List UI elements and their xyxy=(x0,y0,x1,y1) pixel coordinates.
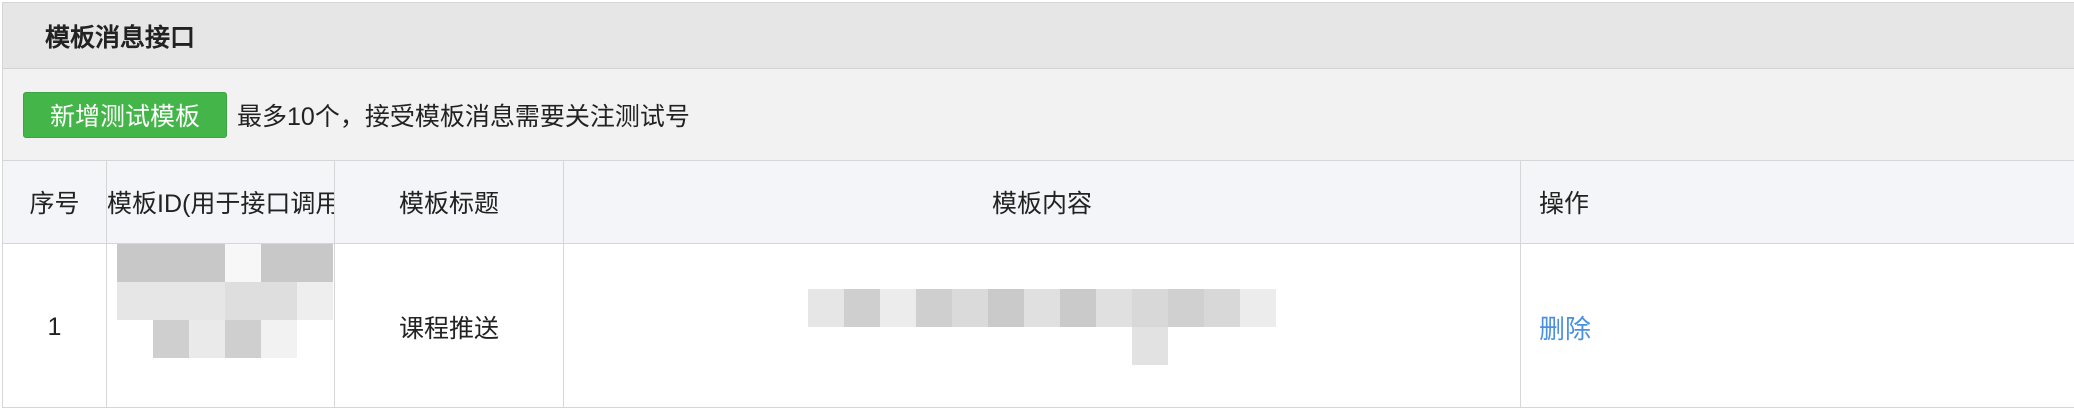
redaction-block xyxy=(297,282,333,320)
redaction-block xyxy=(952,327,988,365)
template-content-redacted xyxy=(808,289,1276,365)
redaction-block xyxy=(1132,289,1168,327)
redaction-block xyxy=(225,320,261,358)
redaction-block xyxy=(1240,327,1276,365)
column-header-action: 操作 xyxy=(1520,160,2074,244)
row-index: 1 xyxy=(3,243,107,407)
redaction-block xyxy=(1168,327,1204,365)
redaction-block xyxy=(117,244,153,282)
redaction-block xyxy=(1132,327,1168,365)
panel-header: 模板消息接口 xyxy=(3,3,2074,69)
redaction-block xyxy=(153,244,189,282)
redaction-block xyxy=(225,282,261,320)
column-header-template-id: 模板ID(用于接口调用) xyxy=(106,160,335,244)
redaction-block xyxy=(988,327,1024,365)
redaction-block xyxy=(261,320,297,358)
column-header-title: 模板标题 xyxy=(334,160,564,244)
redaction-block xyxy=(1096,327,1132,365)
add-test-template-button[interactable]: 新增测试模板 xyxy=(23,91,228,138)
redaction-block xyxy=(225,244,261,282)
redaction-block xyxy=(1204,327,1240,365)
table-header-row: 序号 模板ID(用于接口调用) 模板标题 模板内容 操作 xyxy=(3,160,2074,244)
redaction-block xyxy=(153,282,189,320)
template-table: 序号 模板ID(用于接口调用) 模板标题 模板内容 操作 1 课程推送 删除 xyxy=(3,160,2074,407)
redaction-block xyxy=(189,320,225,358)
redaction-block xyxy=(261,282,297,320)
redaction-block xyxy=(1168,289,1204,327)
table-row: 1 课程推送 删除 xyxy=(3,243,2074,407)
redaction-block xyxy=(117,282,153,320)
column-header-content: 模板内容 xyxy=(563,160,1521,244)
redaction-block xyxy=(1204,289,1240,327)
redaction-block xyxy=(952,289,988,327)
redaction-block xyxy=(808,327,844,365)
redaction-block xyxy=(1240,289,1276,327)
redaction-block xyxy=(844,289,880,327)
row-title: 课程推送 xyxy=(334,243,564,407)
column-header-action-label: 操作 xyxy=(1539,190,1590,218)
delete-link[interactable]: 删除 xyxy=(1539,314,1591,344)
redaction-block xyxy=(117,320,153,358)
redaction-block xyxy=(880,289,916,327)
redaction-block xyxy=(844,327,880,365)
redaction-block xyxy=(1096,289,1132,327)
template-id-redacted xyxy=(117,244,333,358)
column-header-index: 序号 xyxy=(3,160,107,244)
redaction-block xyxy=(297,320,333,358)
redaction-block xyxy=(880,327,916,365)
redaction-block xyxy=(916,289,952,327)
redaction-block xyxy=(189,282,225,320)
redaction-block xyxy=(153,320,189,358)
redaction-block xyxy=(988,289,1024,327)
redaction-block xyxy=(1060,289,1096,327)
redaction-block xyxy=(808,289,844,327)
redaction-block xyxy=(297,244,333,282)
row-content xyxy=(563,243,1521,407)
toolbar: 新增测试模板 最多10个，接受模板消息需要关注测试号 xyxy=(3,69,2074,161)
redaction-block xyxy=(1060,327,1096,365)
panel-title: 模板消息接口 xyxy=(45,23,196,52)
row-action: 删除 xyxy=(1520,243,2074,407)
redaction-block xyxy=(189,244,225,282)
redaction-block xyxy=(916,327,952,365)
redaction-block xyxy=(261,244,297,282)
template-message-panel: 模板消息接口 新增测试模板 最多10个，接受模板消息需要关注测试号 序号 模板I… xyxy=(2,2,2074,408)
template-limit-hint: 最多10个，接受模板消息需要关注测试号 xyxy=(237,102,690,131)
redaction-block xyxy=(1024,289,1060,327)
row-template-id xyxy=(106,243,335,407)
redaction-block xyxy=(1024,327,1060,365)
